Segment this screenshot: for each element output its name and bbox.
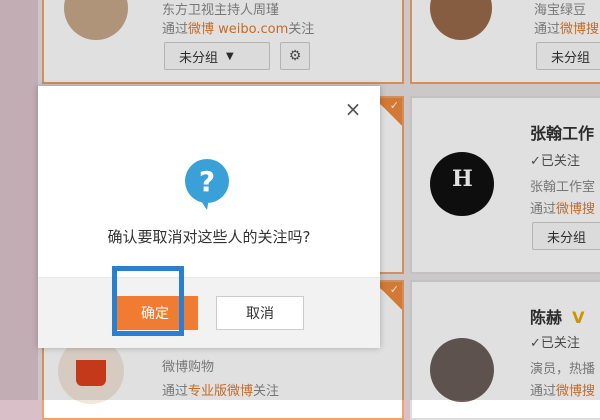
unfollow-confirm-dialog: × ? 确认要取消对这些人的关注吗? 确定 取消 — [38, 86, 380, 348]
confirm-message: 确认要取消对这些人的关注吗? — [107, 228, 311, 246]
question-icon: ? — [185, 159, 229, 210]
close-icon[interactable]: × — [344, 99, 362, 119]
dialog-footer: 确定 取消 — [38, 277, 380, 348]
svg-text:?: ? — [199, 165, 215, 198]
cancel-button[interactable]: 取消 — [216, 296, 304, 330]
confirm-button[interactable]: 确定 — [112, 296, 198, 330]
